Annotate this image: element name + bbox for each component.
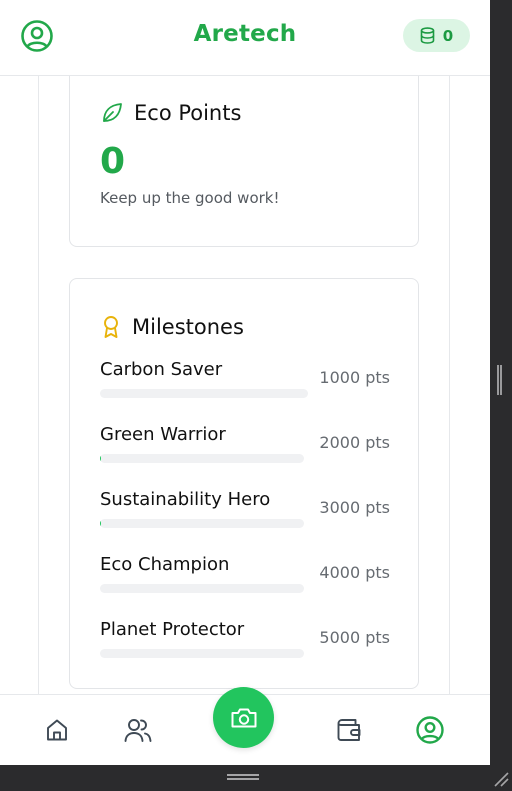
milestone-name: Sustainability Hero [100,489,271,510]
milestone-item: Carbon Saver 1000 pts [100,359,390,409]
milestones-card: Milestones Carbon Saver 1000 pts Green War… [69,278,419,689]
milestone-item: Eco Champion 4000 pts [100,554,390,604]
eco-points-message: Keep up the good work! [100,189,280,207]
milestone-points: 5000 pts [319,628,390,647]
eco-points-label: Eco Points [134,101,242,125]
milestone-item: Planet Protector 5000 pts [100,619,390,669]
milestones-label: Milestones [132,315,244,339]
milestone-name: Eco Champion [100,554,230,575]
panel-drag-handle[interactable] [227,774,259,780]
eco-points-card: Eco Points 0 Keep up the good work! [69,76,419,247]
milestone-item: Green Warrior 2000 pts [100,424,390,474]
wallet-icon [337,719,361,741]
milestone-name: Carbon Saver [100,359,223,380]
coin-stack-icon [420,27,435,44]
profile-icon [416,716,444,744]
milestones-title: Milestones [100,315,244,339]
milestone-item: Sustainability Hero 3000 pts [100,489,390,539]
milestone-points: 4000 pts [319,563,390,582]
milestone-progress-bar [100,454,304,463]
coin-count: 0 [442,26,454,45]
nav-profile[interactable] [415,715,445,745]
milestone-points: 2000 pts [319,433,390,452]
header: Aretech 0 [0,0,490,76]
milestone-points: 1000 pts [319,368,390,387]
community-users-icon [124,719,152,742]
nav-wallet[interactable] [334,715,364,745]
award-ribbon-icon [104,316,118,338]
milestone-progress-bar [100,584,304,593]
main-content[interactable]: Eco Points 0 Keep up the good work! Mile… [38,76,450,694]
milestone-progress-bar [100,519,304,528]
milestone-progress-bar [100,649,304,658]
camera-icon [231,708,256,727]
home-icon [47,719,67,741]
coin-balance-badge[interactable]: 0 [403,19,470,52]
nav-home[interactable] [42,715,72,745]
resize-grip-icon[interactable] [493,771,509,787]
milestone-name: Planet Protector [100,619,245,640]
camera-button[interactable] [213,687,274,748]
milestone-points: 3000 pts [319,498,390,517]
milestone-progress-fill [100,454,101,463]
eco-points-value: 0 [100,141,126,182]
milestone-progress-fill [100,519,101,528]
milestone-name: Green Warrior [100,424,226,445]
app-window: Aretech 0 Eco Points 0 Keep up the good … [0,0,490,765]
window-scroll-handle[interactable] [497,365,502,395]
milestone-progress-bar [100,389,308,398]
bottom-nav [0,687,490,765]
eco-points-title: Eco Points [100,101,241,125]
nav-community[interactable] [123,715,153,745]
leaf-icon [103,103,122,122]
